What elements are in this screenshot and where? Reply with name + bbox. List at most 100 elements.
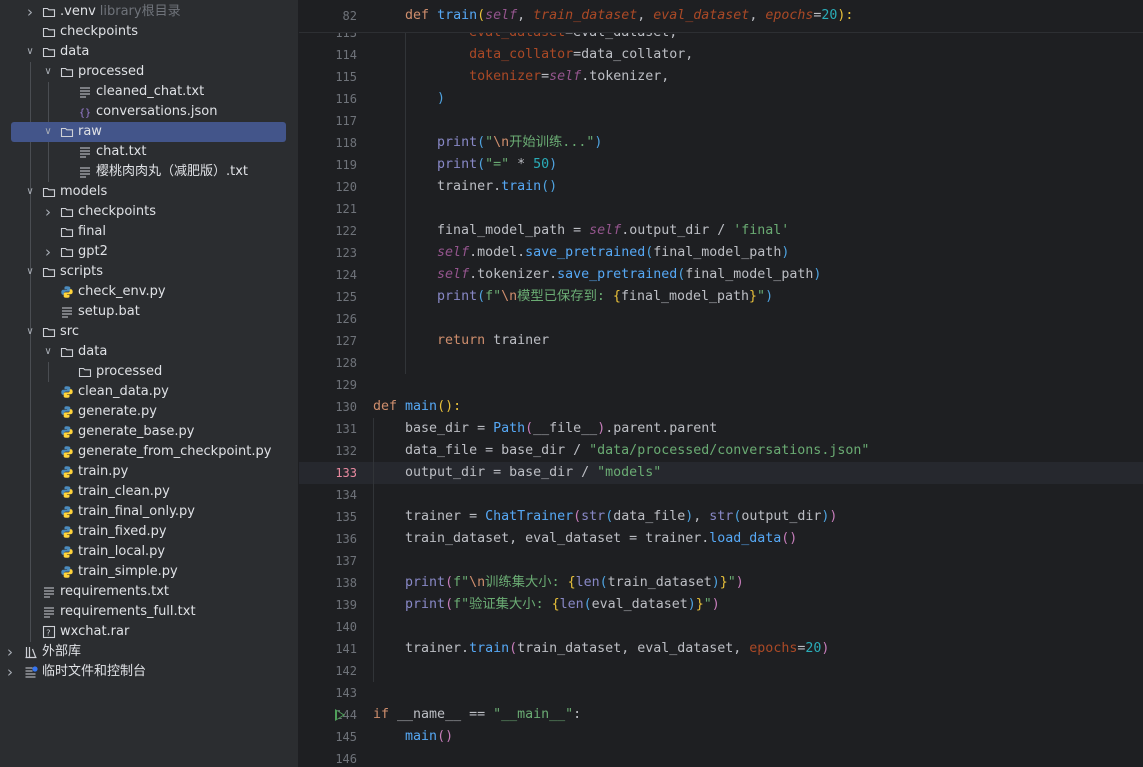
chevron-down-icon[interactable]: ∨ [24, 182, 36, 202]
code-token: " [757, 289, 766, 304]
code-token: * [509, 157, 534, 172]
code-token: data_collator [469, 47, 574, 62]
code-line[interactable]: ) [373, 88, 445, 110]
line-number: 145 [335, 730, 357, 744]
code-line[interactable]: data_file = base_dir / "data/processed/c… [373, 440, 869, 462]
chevron-down-icon[interactable]: ∨ [24, 42, 36, 62]
tree-item[interactable]: requirements.txt [0, 582, 298, 602]
tree-item-label: wxchat.rar [60, 622, 129, 642]
line-number: 130 [335, 400, 357, 414]
tree-item[interactable]: › checkpoints [0, 202, 298, 222]
tree-item[interactable]: generate_base.py [0, 422, 298, 442]
code-line[interactable]: train_dataset, eval_dataset = trainer.lo… [373, 528, 797, 550]
tree-item[interactable]: ∨ src [0, 322, 298, 342]
python-file-icon [60, 425, 74, 439]
code-line[interactable]: self.model.save_pretrained(final_model_p… [373, 242, 789, 264]
sticky-scope-header[interactable]: 82 def train(self, train_dataset, eval_d… [299, 0, 1143, 33]
chevron-down-icon[interactable]: ∨ [42, 342, 54, 362]
code-line[interactable]: def main(): [373, 396, 461, 418]
chevron-right-icon[interactable]: › [42, 242, 54, 262]
code-line[interactable]: print(f"\n模型已保存到: {final_model_path}") [373, 286, 773, 308]
tree-item-label: checkpoints [78, 202, 156, 222]
tree-item[interactable]: 樱桃肉肉丸（减肥版）.txt [0, 162, 298, 182]
tree-item[interactable]: › .venv library根目录 [0, 2, 298, 22]
code-line[interactable]: print("=" * 50) [373, 154, 557, 176]
tree-item[interactable]: train_final_only.py [0, 502, 298, 522]
tree-item[interactable]: › 临时文件和控制台 [0, 662, 298, 682]
tree-item[interactable]: train_simple.py [0, 562, 298, 582]
code-token: data_file = base_dir / [373, 443, 590, 458]
tree-item-name: cleaned_chat.txt [96, 84, 205, 99]
chevron-right-icon[interactable]: › [4, 642, 16, 662]
tree-item[interactable]: train_clean.py [0, 482, 298, 502]
tree-item[interactable]: generate.py [0, 402, 298, 422]
code-line[interactable]: return trainer [373, 330, 549, 352]
tree-item[interactable]: clean_data.py [0, 382, 298, 402]
code-line[interactable]: final_model_path = self.output_dir / 'fi… [373, 220, 789, 242]
tree-item[interactable]: ∨ processed [0, 62, 298, 82]
python-file-icon [60, 545, 74, 559]
tree-item-name: setup.bat [78, 304, 140, 319]
code-line[interactable]: trainer.train(train_dataset, eval_datase… [373, 638, 829, 660]
chevron-right-icon[interactable]: › [42, 202, 54, 222]
code-line[interactable]: self.tokenizer.save_pretrained(final_mod… [373, 264, 821, 286]
tree-item[interactable]: ∨ data [0, 342, 298, 362]
tree-item[interactable]: train.py [0, 462, 298, 482]
tree-item[interactable]: › gpt2 [0, 242, 298, 262]
tree-item[interactable]: setup.bat [0, 302, 298, 322]
code-token: , [517, 8, 534, 23]
tree-item[interactable]: processed [0, 362, 298, 382]
chevron-right-icon[interactable]: › [4, 662, 16, 682]
tree-item[interactable]: checkpoints [0, 22, 298, 42]
chevron-down-icon[interactable]: ∨ [24, 262, 36, 282]
code-token: __file__ [533, 421, 598, 436]
code-line[interactable]: if __name__ == "__main__": [373, 704, 581, 726]
tree-item[interactable]: requirements_full.txt [0, 602, 298, 622]
run-icon[interactable] [335, 709, 345, 721]
tree-item[interactable]: train_local.py [0, 542, 298, 562]
code-token: } [719, 575, 728, 590]
chevron-down-icon[interactable]: ∨ [42, 122, 54, 142]
chevron-down-icon[interactable]: ∨ [24, 322, 36, 342]
code-token: = [541, 69, 550, 84]
code-line[interactable]: trainer = ChatTrainer(str(data_file), st… [373, 506, 837, 528]
python-file-icon [60, 385, 74, 399]
code-token: ( [477, 8, 486, 23]
code-token: ) [735, 575, 744, 590]
chevron-right-icon[interactable]: › [24, 2, 36, 22]
tree-item[interactable]: check_env.py [0, 282, 298, 302]
code-editor[interactable]: 113 eval_dataset=eval_dataset,114 data_c… [299, 0, 1143, 767]
code-line[interactable]: base_dir = Path(__file__).parent.parent [373, 418, 717, 440]
line-number: 122 [335, 224, 357, 238]
code-line[interactable]: print(f"\n训练集大小: {len(train_dataset)}") [373, 572, 744, 594]
tree-item[interactable]: ∨ models [0, 182, 298, 202]
tree-item[interactable]: generate_from_checkpoint.py [0, 442, 298, 462]
code-line[interactable]: tokenizer=self.tokenizer, [373, 66, 669, 88]
code-line[interactable]: output_dir = base_dir / "models" [373, 462, 661, 484]
line-number: 131 [335, 422, 357, 436]
tree-item[interactable]: ∨ data [0, 42, 298, 62]
tree-item[interactable]: cleaned_chat.txt [0, 82, 298, 102]
tree-item[interactable]: ? wxchat.rar [0, 622, 298, 642]
code-token: .tokenizer. [469, 267, 558, 282]
tree-item[interactable]: train_fixed.py [0, 522, 298, 542]
code-line[interactable]: print("\n开始训练...") [373, 132, 602, 154]
code-token: ( [599, 575, 608, 590]
tree-item[interactable]: chat.txt [0, 142, 298, 162]
tree-item[interactable]: {} conversations.json [0, 102, 298, 122]
chevron-down-icon[interactable]: ∨ [42, 62, 54, 82]
code-line[interactable]: print(f"验证集大小: {len(eval_dataset)}") [373, 594, 720, 616]
tree-item[interactable]: ∨ scripts [0, 262, 298, 282]
tree-item-label: raw [78, 122, 102, 142]
code-token: .model. [469, 245, 526, 260]
tree-item-name: train_clean.py [78, 484, 170, 499]
code-line[interactable]: main() [373, 726, 453, 748]
tree-item[interactable]: › 外部库 [0, 642, 298, 662]
tree-item[interactable]: ∨ raw [0, 122, 298, 142]
code-line[interactable]: data_collator=data_collator, [373, 44, 693, 66]
tree-item[interactable]: final [0, 222, 298, 242]
code-token: str [581, 509, 606, 524]
code-token: ) [437, 91, 446, 106]
code-line[interactable]: trainer.train() [373, 176, 557, 198]
